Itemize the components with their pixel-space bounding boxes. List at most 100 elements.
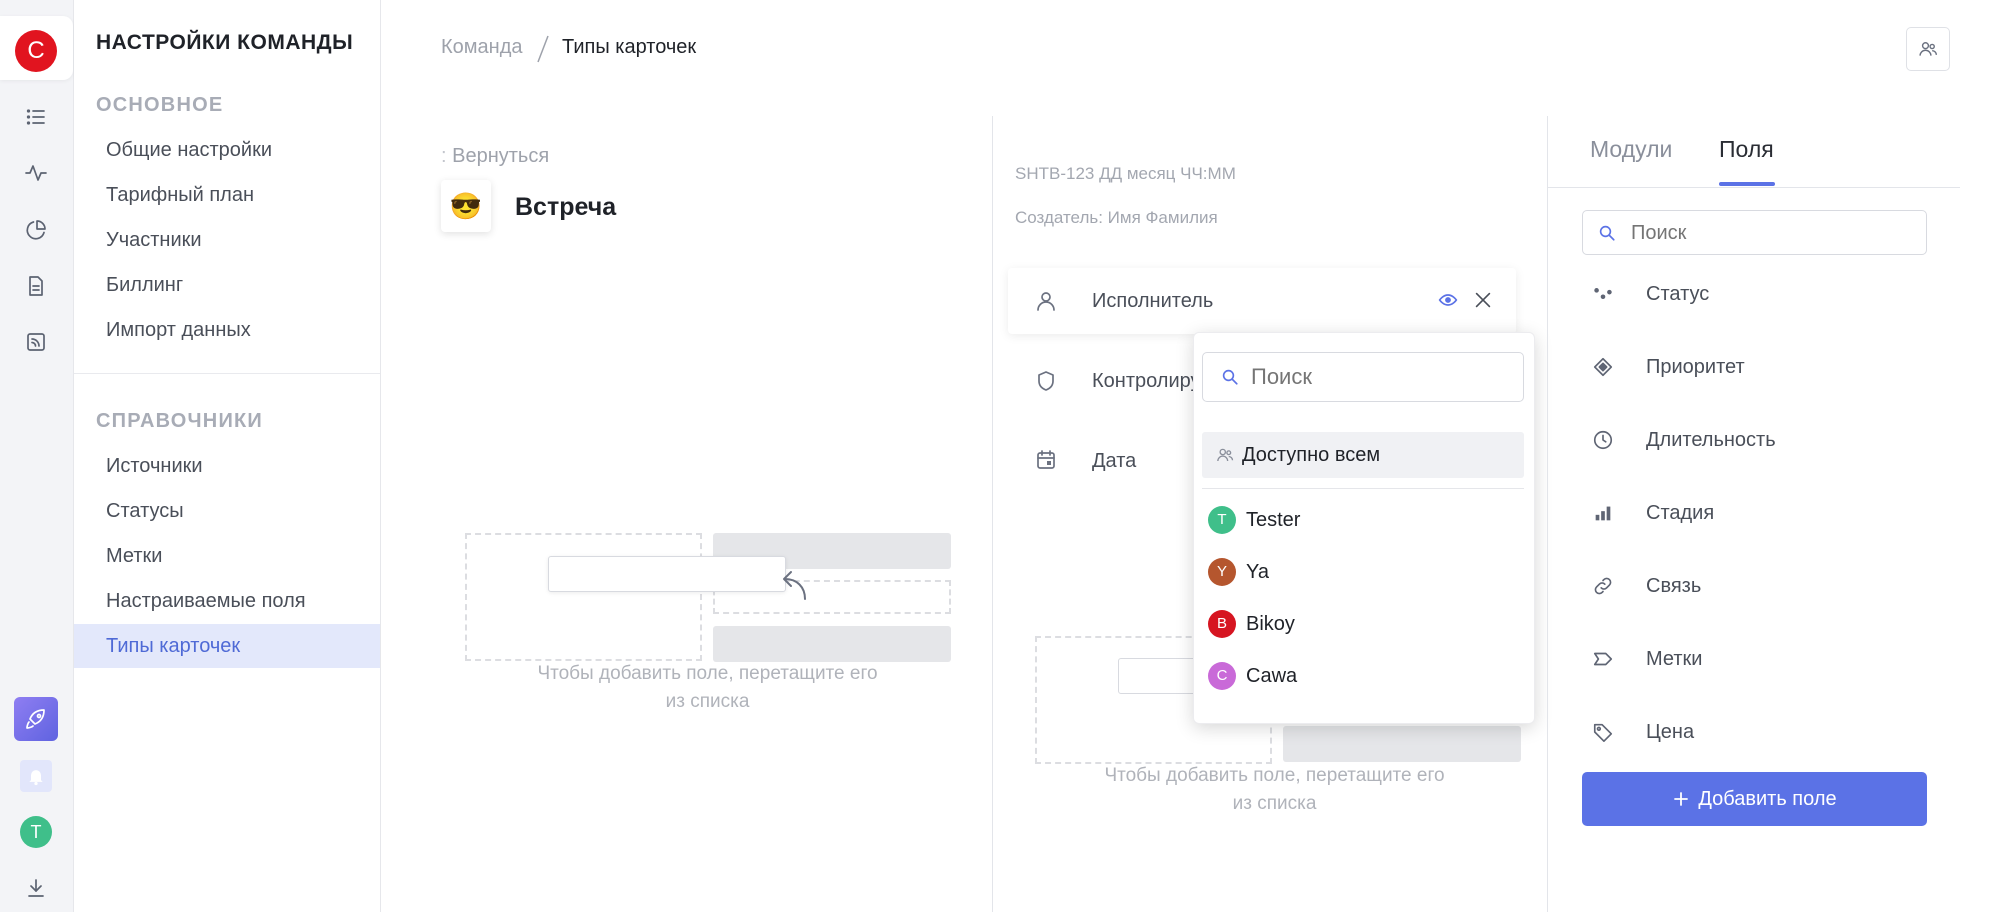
close-icon[interactable] (1472, 289, 1494, 316)
sidebar-item-card-types[interactable]: Типы карточек (74, 624, 380, 668)
sidebar-item-import[interactable]: Импорт данных (74, 308, 380, 352)
option-user[interactable]: C Cawa (1202, 653, 1524, 699)
card-id-line: SHTB-123 ДД месяц ЧЧ:ММ (1015, 164, 1236, 183)
option-user[interactable]: T Tester (1202, 497, 1524, 543)
card-type-emoji[interactable]: 😎 (441, 180, 491, 232)
app-rail: C T (0, 0, 74, 912)
breadcrumb-parent[interactable]: Команда (441, 36, 522, 59)
field-item-label: Приоритет (1646, 355, 1745, 378)
sidebar-item-general[interactable]: Общие настройки (74, 128, 380, 172)
add-field-button[interactable]: Добавить поле (1582, 772, 1927, 826)
field-item-label: Длительность (1646, 428, 1776, 451)
sidebar-item-billing[interactable]: Биллинг (74, 263, 380, 307)
fields-search-input[interactable] (1631, 219, 1911, 247)
field-item-status[interactable]: Статус (1590, 269, 1920, 319)
field-item-price[interactable]: Цена (1590, 707, 1920, 757)
price-tag-icon (1590, 719, 1616, 745)
bell-icon (29, 770, 43, 786)
team-logo[interactable]: C (15, 30, 57, 72)
sidebar-item-labels[interactable]: Метки (74, 534, 380, 578)
user-icon (1034, 289, 1058, 318)
field-item-label: Метки (1646, 647, 1703, 670)
user-avatar[interactable]: T (20, 816, 52, 848)
feed-icon[interactable] (22, 328, 50, 356)
tab-modules[interactable]: Модули (1590, 136, 1672, 163)
sidebar-item-statuses[interactable]: Статусы (74, 489, 380, 533)
field-item-label: Цена (1646, 720, 1695, 743)
search-icon (1599, 225, 1615, 241)
field-item-duration[interactable]: Длительность (1590, 415, 1920, 465)
sidebar-item-tariff[interactable]: Тарифный план (74, 173, 380, 217)
dropdown-divider (1202, 488, 1524, 489)
option-user[interactable]: B Bikoy (1202, 601, 1524, 647)
field-row-assignee[interactable]: Исполнитель (1008, 268, 1516, 334)
option-everyone-label: Доступно всем (1242, 443, 1381, 466)
drop-hint-line1: Чтобы добавить поле, перетащите его (537, 663, 878, 684)
activity-icon[interactable] (22, 159, 50, 187)
fields-search[interactable] (1582, 210, 1927, 255)
user-name: Ya (1246, 560, 1269, 583)
sidebar-item-members[interactable]: Участники (74, 218, 380, 262)
field-label: Контролирующий (1092, 370, 1202, 392)
avatar: C (1208, 662, 1236, 690)
status-dots-icon (1590, 281, 1616, 307)
add-field-label: Добавить поле (1698, 787, 1837, 810)
rocket-button[interactable] (14, 697, 58, 741)
dropdown-search[interactable] (1202, 352, 1524, 402)
users-icon (1217, 448, 1234, 462)
field-label: Исполнитель (1092, 290, 1214, 312)
sidebar-item-custom-fields[interactable]: Настраиваемые поля (74, 579, 380, 623)
option-user[interactable]: Y Ya (1202, 549, 1524, 595)
drag-arrow-icon (783, 571, 806, 600)
plus-icon (1674, 792, 1689, 806)
user-name: Cawa (1246, 664, 1298, 687)
list-icon[interactable] (22, 103, 50, 131)
eye-icon[interactable] (1438, 290, 1458, 315)
shield-icon (1034, 369, 1058, 398)
field-item-label: Статус (1646, 282, 1710, 305)
field-item-stage[interactable]: Стадия (1590, 488, 1920, 538)
drop-hint-line2: из списка (1232, 793, 1317, 814)
assignee-dropdown: Доступно всем T Tester Y Ya B Bikoy C Ca… (1193, 332, 1535, 724)
drop-hint-line1: Чтобы добавить поле, перетащите его (1104, 765, 1445, 786)
dragged-field-mock (548, 556, 786, 592)
field-label: Дата (1092, 450, 1137, 472)
pie-chart-icon[interactable] (22, 216, 50, 244)
field-item-label: Стадия (1646, 501, 1715, 524)
creator-line: Создатель: Имя Фамилия (1015, 208, 1218, 227)
users-icon (1919, 42, 1938, 56)
card-type-name[interactable]: Встреча (515, 193, 616, 222)
download-icon[interactable] (22, 874, 50, 902)
dropdown-search-input[interactable] (1251, 361, 1511, 393)
sidebar-item-sources[interactable]: Источники (74, 444, 380, 488)
field-item-link[interactable]: Связь (1590, 561, 1920, 611)
tab-fields[interactable]: Поля (1719, 136, 1774, 163)
option-everyone[interactable]: Доступно всем (1202, 432, 1524, 478)
link-icon (1590, 573, 1616, 599)
field-item-priority[interactable]: Приоритет (1590, 342, 1920, 392)
team-members-button[interactable] (1906, 27, 1950, 71)
avatar: Y (1208, 558, 1236, 586)
drop-hint: Чтобы добавить поле, перетащите его из с… (441, 660, 974, 716)
drop-placeholder (465, 533, 702, 661)
priority-diamond-icon (1590, 354, 1616, 380)
bar-chart-icon (1590, 500, 1616, 526)
document-icon[interactable] (22, 272, 50, 300)
section-refs-heading: СПРАВОЧНИКИ (96, 410, 263, 432)
placeholder-bar (1283, 726, 1521, 762)
active-tab-indicator (1719, 182, 1775, 186)
clock-icon (1590, 427, 1616, 453)
back-link-marker: : (441, 145, 453, 167)
back-link[interactable]: : Вернуться (441, 145, 549, 168)
user-name: Bikoy (1246, 612, 1295, 635)
user-name: Tester (1246, 508, 1301, 531)
field-item-labels[interactable]: Метки (1590, 634, 1920, 684)
sidebar-title: НАСТРОЙКИ КОМАНДЫ (96, 31, 354, 54)
breadcrumb-current: Типы карточек (562, 36, 697, 58)
search-icon (1222, 369, 1238, 385)
tabs-divider (1548, 187, 1960, 188)
notifications-button[interactable] (20, 760, 52, 792)
panel-divider (992, 116, 993, 912)
drop-hint-line2: из списка (665, 691, 750, 712)
rocket-icon (26, 709, 45, 729)
